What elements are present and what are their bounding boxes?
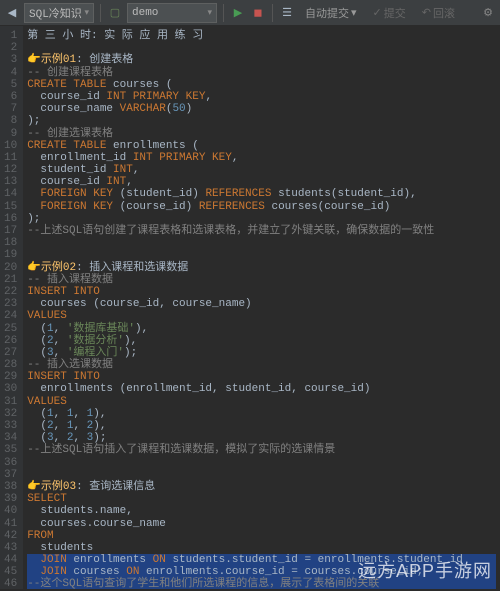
schema-dropdown-label: demo bbox=[132, 7, 158, 19]
code-line[interactable] bbox=[27, 457, 496, 469]
code-line[interactable] bbox=[27, 249, 496, 261]
code-editor[interactable]: 1234567891011121314151617181920212223242… bbox=[0, 26, 500, 589]
settings-icon[interactable]: ⚙ bbox=[480, 5, 496, 21]
autocommit-dropdown[interactable]: 自动提交 ▾ bbox=[299, 3, 363, 23]
toolbar-separator bbox=[100, 4, 101, 22]
code-line[interactable]: enrollments (enrollment_id, student_id, … bbox=[27, 383, 496, 395]
rollback-button[interactable]: ↶回滚 bbox=[416, 3, 461, 23]
code-line[interactable]: course_id INT, bbox=[27, 176, 496, 188]
code-line[interactable]: FOREIGN KEY (course_id) REFERENCES cours… bbox=[27, 201, 496, 213]
code-line[interactable]: --上述SQL语句插入了课程和选课数据，模拟了实际的选课情景 bbox=[27, 444, 496, 456]
code-line[interactable]: JOIN enrollments ON students.student_id … bbox=[27, 554, 496, 566]
stop-icon[interactable]: ◼ bbox=[250, 5, 266, 21]
toolbar-separator bbox=[272, 4, 273, 22]
code-line[interactable]: -- 插入课程数据 bbox=[27, 274, 496, 286]
code-line[interactable]: courses (course_id, course_name) bbox=[27, 298, 496, 310]
toolbar: ◀ SQL冷知识 ▾ ▢ demo ▾ ▶ ◼ ☰ 自动提交 ▾ ✓提交 ↶回滚… bbox=[0, 0, 500, 26]
code-line[interactable]: (2, '数据分析'), bbox=[27, 335, 496, 347]
code-line[interactable]: VALUES bbox=[27, 310, 496, 322]
code-line[interactable]: FROM bbox=[27, 530, 496, 542]
code-line[interactable] bbox=[27, 42, 496, 54]
code-line[interactable]: CREATE TABLE enrollments ( bbox=[27, 140, 496, 152]
code-line[interactable]: students bbox=[27, 542, 496, 554]
code-line[interactable]: courses.course_name bbox=[27, 518, 496, 530]
code-line[interactable]: VALUES bbox=[27, 396, 496, 408]
code-line[interactable]: ); bbox=[27, 213, 496, 225]
code-line[interactable]: 👉示例02: 插入课程和选课数据 bbox=[27, 262, 496, 274]
code-line[interactable]: (3, 2, 3); bbox=[27, 432, 496, 444]
code-line[interactable]: student_id INT, bbox=[27, 164, 496, 176]
code-line[interactable]: SELECT bbox=[27, 493, 496, 505]
code-line[interactable]: (1, 1, 1), bbox=[27, 408, 496, 420]
code-line[interactable]: (3, '编程入门'); bbox=[27, 347, 496, 359]
run-icon[interactable]: ▶ bbox=[230, 5, 246, 21]
back-icon[interactable]: ◀ bbox=[4, 5, 20, 21]
code-line[interactable]: course_name VARCHAR(50) bbox=[27, 103, 496, 115]
line-gutter: 1234567891011121314151617181920212223242… bbox=[0, 26, 23, 589]
code-line[interactable] bbox=[27, 237, 496, 249]
code-line[interactable]: INSERT INTO bbox=[27, 286, 496, 298]
code-line[interactable]: course_id INT PRIMARY KEY, bbox=[27, 91, 496, 103]
code-line[interactable]: INSERT INTO bbox=[27, 371, 496, 383]
code-area[interactable]: 第 三 小 时: 实 际 应 用 练 习 👉示例01: 创建表格-- 创建课程表… bbox=[23, 26, 500, 589]
code-line[interactable]: 第 三 小 时: 实 际 应 用 练 习 bbox=[27, 30, 496, 42]
code-line[interactable]: JOIN courses ON enrollments.course_id = … bbox=[27, 566, 496, 578]
code-line[interactable]: -- 插入选课数据 bbox=[27, 359, 496, 371]
code-line[interactable]: students.name, bbox=[27, 505, 496, 517]
commit-button[interactable]: ✓提交 bbox=[367, 3, 412, 23]
code-line[interactable]: (1, '数据库基础'), bbox=[27, 323, 496, 335]
code-line[interactable] bbox=[27, 469, 496, 481]
code-line[interactable]: enrollment_id INT PRIMARY KEY, bbox=[27, 152, 496, 164]
console-dropdown-label: SQL冷知识 bbox=[29, 5, 82, 21]
code-line[interactable]: 👉示例03: 查询选课信息 bbox=[27, 481, 496, 493]
code-line[interactable]: -- 创建选课表格 bbox=[27, 128, 496, 140]
code-line[interactable]: -- 创建课程表格 bbox=[27, 67, 496, 79]
toolbar-separator bbox=[223, 4, 224, 22]
schema-icon: ▢ bbox=[107, 5, 123, 21]
schema-dropdown[interactable]: demo ▾ bbox=[127, 3, 217, 23]
code-line[interactable]: CREATE TABLE courses ( bbox=[27, 79, 496, 91]
console-dropdown[interactable]: SQL冷知识 ▾ bbox=[24, 3, 94, 23]
code-line[interactable]: --上述SQL语句创建了课程表格和选课表格，并建立了外键关联，确保数据的一致性 bbox=[27, 225, 496, 237]
code-line[interactable]: FOREIGN KEY (student_id) REFERENCES stud… bbox=[27, 188, 496, 200]
chevron-down-icon: ▾ bbox=[351, 6, 357, 20]
code-line[interactable]: 👉示例01: 创建表格 bbox=[27, 54, 496, 66]
explain-icon[interactable]: ☰ bbox=[279, 5, 295, 21]
code-line[interactable]: --这个SQL语句查询了学生和他们所选课程的信息，展示了表格间的关联 bbox=[27, 578, 496, 589]
chevron-down-icon: ▾ bbox=[207, 8, 212, 18]
chevron-down-icon: ▾ bbox=[84, 8, 89, 18]
code-line[interactable]: (2, 1, 2), bbox=[27, 420, 496, 432]
code-line[interactable]: ); bbox=[27, 115, 496, 127]
autocommit-label: 自动提交 bbox=[305, 5, 349, 21]
